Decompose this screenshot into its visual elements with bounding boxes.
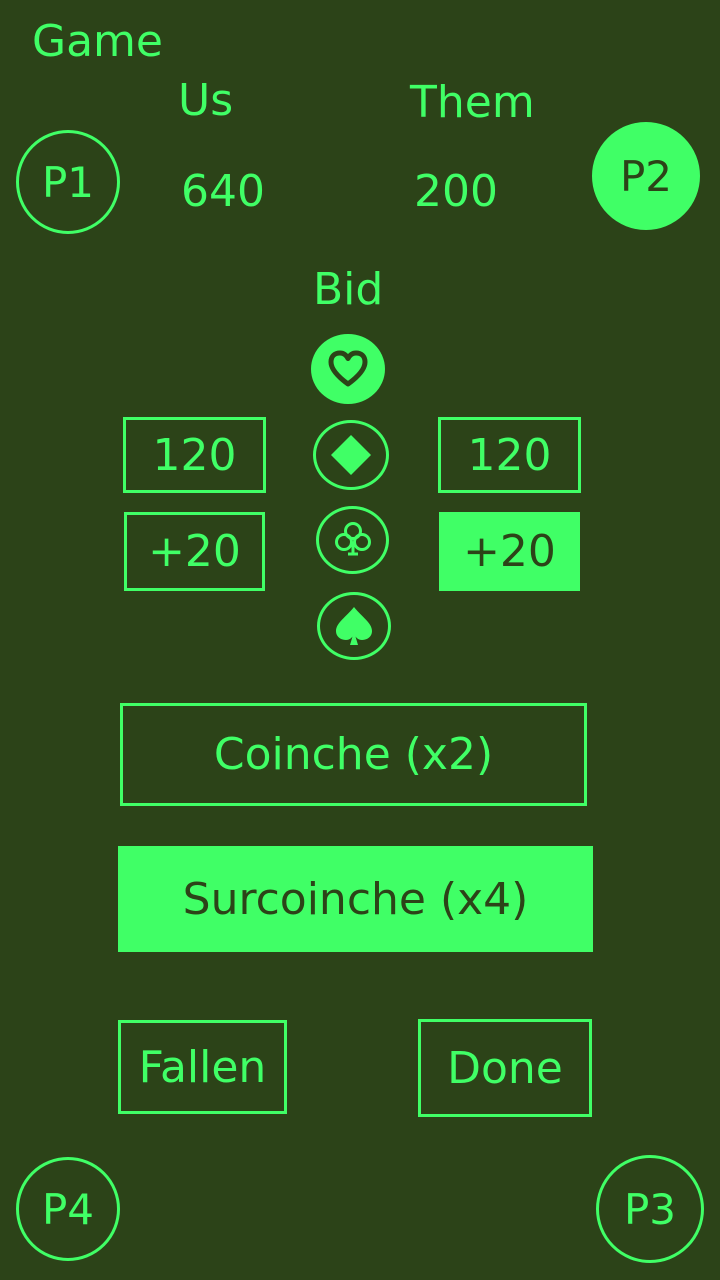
spades-suit-button[interactable]: [317, 592, 391, 660]
surcoinche-button[interactable]: Surcoinche (x4): [118, 846, 593, 952]
us-bid-value[interactable]: 120: [123, 417, 266, 493]
them-bid-value[interactable]: 120: [438, 417, 581, 493]
them-score: 200: [414, 166, 498, 217]
us-increment-button[interactable]: +20: [124, 512, 265, 591]
clubs-suit-button[interactable]: [316, 506, 389, 574]
diamond-icon: [331, 435, 371, 475]
diamonds-suit-button[interactable]: [313, 420, 389, 490]
fallen-button[interactable]: Fallen: [118, 1020, 287, 1114]
spade-icon: [336, 607, 372, 645]
bid-label: Bid: [313, 264, 384, 315]
hearts-suit-button[interactable]: [311, 334, 385, 404]
game-title: Game: [32, 16, 163, 67]
player-1-button[interactable]: P1: [16, 130, 120, 234]
us-score: 640: [181, 166, 265, 217]
coinche-button[interactable]: Coinche (x2): [120, 703, 587, 806]
them-increment-button[interactable]: +20: [439, 512, 580, 591]
player-4-button[interactable]: P4: [16, 1157, 120, 1261]
done-button[interactable]: Done: [418, 1019, 592, 1117]
club-icon: [334, 522, 371, 556]
heart-icon: [328, 350, 368, 387]
player-2-button[interactable]: P2: [592, 122, 700, 230]
us-label: Us: [178, 75, 234, 126]
coinche-scoreboard: Game Us Them 640 200 P1 P2 P4 P3 Bid 120…: [0, 0, 720, 1280]
them-label: Them: [410, 77, 535, 128]
player-3-button[interactable]: P3: [596, 1155, 704, 1263]
